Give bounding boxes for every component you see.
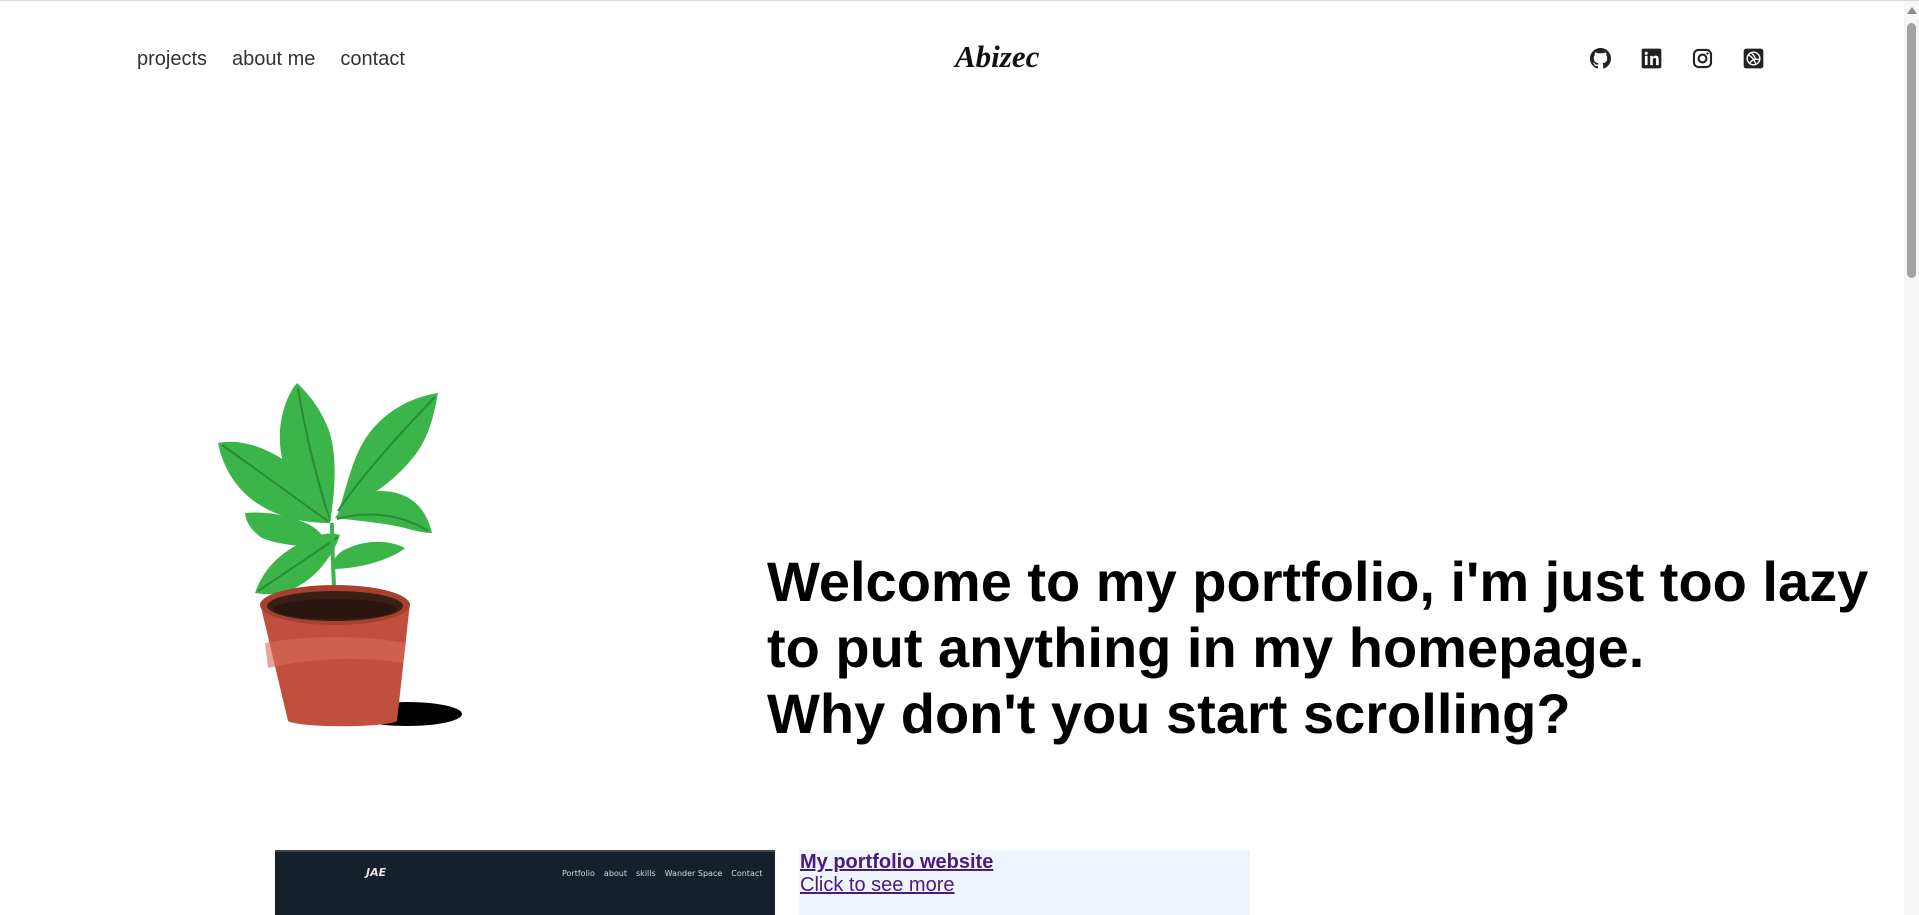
main-nav: projects about me contact (137, 48, 405, 71)
instagram-link[interactable] (1692, 48, 1713, 69)
dribbble-icon (1743, 48, 1764, 69)
leaf (331, 541, 405, 569)
hero-heading: Welcome to my portfolio, i'm just too la… (767, 549, 1897, 747)
nav-contact-link[interactable]: contact (340, 48, 404, 71)
vertical-scrollbar[interactable] (1904, 1, 1919, 915)
thumbnail-nav-item: skills (636, 869, 656, 878)
thumbnail-nav-item: Portfolio (562, 869, 595, 878)
hero-line: Welcome to my portfolio, i'm just too la… (767, 550, 1869, 613)
thumbnail-nav-item: about (603, 869, 628, 878)
scrollbar-thumb[interactable] (1907, 23, 1916, 278)
linkedin-link[interactable] (1641, 48, 1662, 69)
github-icon (1590, 48, 1611, 69)
instagram-icon (1692, 48, 1713, 69)
linkedin-icon (1641, 48, 1662, 69)
social-links (1590, 48, 1764, 69)
thumbnail-nav: Portfolio about skills Wander Space Cont… (562, 869, 762, 878)
project-thumbnail[interactable]: JAE Portfolio about skills Wander Space … (275, 850, 775, 915)
nav-projects-link[interactable]: projects (137, 48, 207, 71)
hero-line: to put anything in my homepage. (767, 616, 1645, 679)
github-link[interactable] (1590, 48, 1611, 69)
project-card-info: My portfolio website Click to see more (799, 850, 1250, 915)
thumbnail-nav-item: Contact (731, 869, 763, 878)
hero-line: Why don't you start scrolling? (767, 682, 1571, 745)
plant-illustration (218, 383, 462, 727)
project-title-link[interactable]: My portfolio website (800, 851, 993, 874)
site-logo[interactable]: Abizec (955, 39, 1039, 75)
thumbnail-logo: JAE (366, 866, 387, 879)
scroll-up-arrow-icon[interactable] (1907, 7, 1917, 14)
see-more-link[interactable]: Click to see more (800, 874, 955, 897)
dribbble-link[interactable] (1743, 48, 1764, 69)
nav-about-link[interactable]: about me (232, 48, 315, 71)
page: projects about me contact Abizec Welcome… (0, 0, 1919, 915)
thumbnail-nav-item: Wander Space (664, 869, 723, 878)
